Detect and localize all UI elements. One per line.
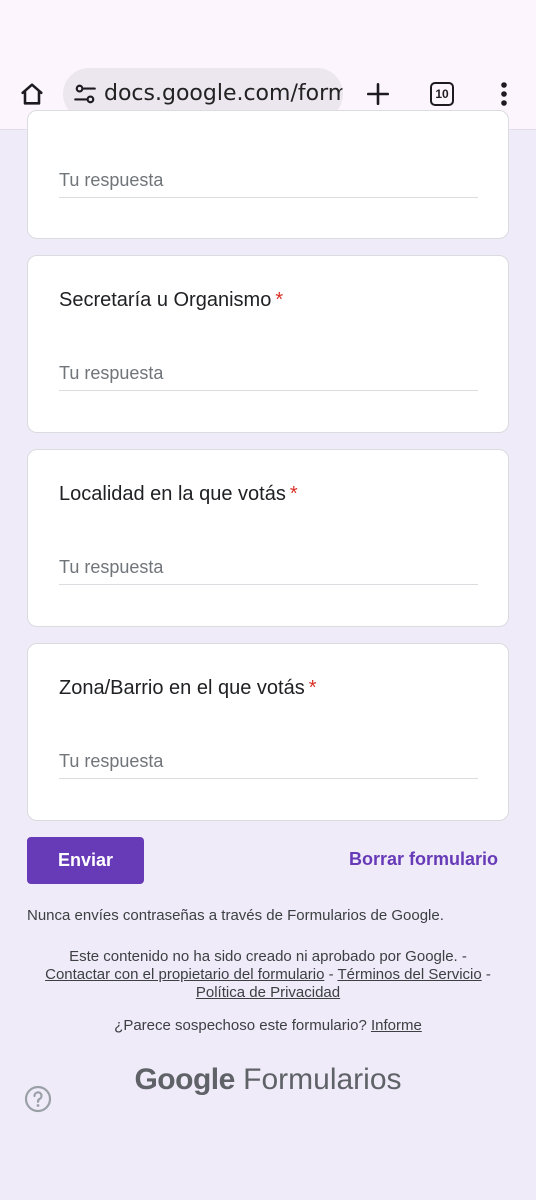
disclaimer-text: Este contenido no ha sido creado ni apro… — [69, 948, 467, 965]
contact-owner-link[interactable]: Contactar con el propietario del formula… — [45, 966, 324, 983]
site-settings-icon[interactable] — [72, 81, 98, 107]
help-icon[interactable] — [24, 1085, 52, 1113]
required-asterisk: * — [308, 677, 317, 699]
status-bar — [0, 0, 536, 62]
answer-input[interactable]: Tu respuesta — [59, 551, 478, 585]
question-label: Zona/Barrio en el que votás * — [59, 677, 317, 699]
home-icon[interactable] — [14, 76, 50, 112]
url-text: docs.google.com/forms — [104, 81, 343, 106]
privacy-link[interactable]: Política de Privacidad — [196, 984, 340, 1001]
question-card-secretaria: Secretaría u Organismo * Tu respuesta — [27, 255, 509, 433]
question-label: Secretaría u Organismo * — [59, 289, 284, 311]
answer-input[interactable]: Tu respuesta — [59, 164, 478, 198]
required-asterisk: * — [289, 483, 298, 505]
question-label: Localidad en la que votás * — [59, 483, 298, 505]
disclaimer: Este contenido no ha sido creado ni apro… — [45, 948, 491, 1001]
brand-product: Formularios — [243, 1063, 402, 1096]
google-forms-logo[interactable]: Google Formularios — [0, 1063, 536, 1097]
answer-input[interactable]: Tu respuesta — [59, 357, 478, 391]
brand-google: Google — [134, 1063, 235, 1096]
required-asterisk: * — [275, 289, 284, 311]
more-vert-icon[interactable] — [492, 76, 516, 112]
terms-link[interactable]: Términos del Servicio — [337, 966, 481, 983]
question-card-localidad: Localidad en la que votás * Tu respuesta — [27, 449, 509, 627]
question-card: Tu respuesta — [27, 110, 509, 239]
submit-button[interactable]: Enviar — [27, 837, 144, 884]
tab-count: 10 — [430, 82, 454, 106]
answer-input[interactable]: Tu respuesta — [59, 745, 478, 779]
question-card-zona: Zona/Barrio en el que votás * Tu respuest… — [27, 643, 509, 821]
add-icon[interactable] — [362, 76, 394, 112]
suspicious-text: ¿Parece sospechoso este formulario? — [114, 1017, 367, 1034]
report-line: ¿Parece sospechoso este formulario? Info… — [0, 1017, 536, 1034]
tab-switcher-icon[interactable]: 10 — [426, 76, 458, 112]
clear-form-button[interactable]: Borrar formulario — [349, 849, 498, 870]
password-warning: Nunca envíes contraseñas a través de For… — [27, 907, 444, 924]
report-link[interactable]: Informe — [371, 1017, 422, 1034]
